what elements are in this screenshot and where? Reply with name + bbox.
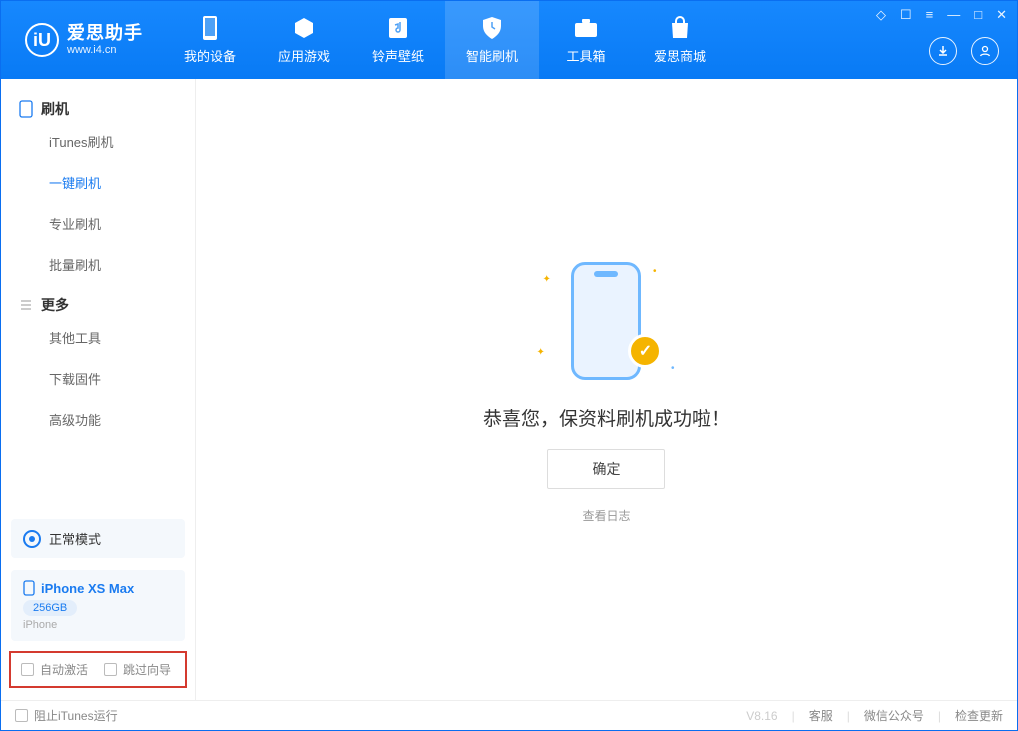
checkbox-icon xyxy=(21,663,34,676)
sidebar-group-title: 更多 xyxy=(41,295,69,315)
separator: | xyxy=(792,709,795,723)
nav-label: 工具箱 xyxy=(566,46,605,65)
support-link[interactable]: 客服 xyxy=(809,707,833,724)
nav-label: 智能刷机 xyxy=(466,46,518,65)
nav-label: 爱思商城 xyxy=(654,46,706,65)
footer: 阻止iTunes运行 V8.16 | 客服 | 微信公众号 | 检查更新 xyxy=(1,700,1017,730)
sparkle-icon: • xyxy=(653,266,657,277)
checkbox-icon xyxy=(104,663,117,676)
user-icon xyxy=(978,44,992,58)
nav-my-device[interactable]: 我的设备 xyxy=(163,1,257,79)
cube-icon xyxy=(291,15,317,41)
nav-ringtones[interactable]: 铃声壁纸 xyxy=(351,1,445,79)
sidebar-item-itunes-flash[interactable]: iTunes刷机 xyxy=(1,121,195,162)
user-button[interactable] xyxy=(971,37,999,65)
nav-store[interactable]: 爱思商城 xyxy=(633,1,727,79)
feedback-icon[interactable]: ☐ xyxy=(900,7,912,23)
check-badge-icon: ✓ xyxy=(628,334,662,368)
nav-label: 应用游戏 xyxy=(278,46,330,65)
main-content: ✦ • ✦ • ✓ 恭喜您，保资料刷机成功啦！ 确定 查看日志 xyxy=(196,79,1017,700)
checkbox-label: 跳过向导 xyxy=(123,661,171,678)
close-button[interactable]: ✕ xyxy=(996,7,1007,23)
nav-label: 铃声壁纸 xyxy=(372,46,424,65)
sidebar-item-advanced[interactable]: 高级功能 xyxy=(1,399,195,440)
device-type: iPhone xyxy=(23,619,173,631)
mode-label: 正常模式 xyxy=(49,529,101,548)
version-label: V8.16 xyxy=(746,709,777,723)
wechat-link[interactable]: 微信公众号 xyxy=(864,707,924,724)
download-icon xyxy=(936,44,950,58)
device-card[interactable]: iPhone XS Max 256GB iPhone xyxy=(11,570,185,641)
sidebar-item-download-fw[interactable]: 下载固件 xyxy=(1,358,195,399)
main-nav: 我的设备 应用游戏 铃声壁纸 智能刷机 工具箱 爱思商城 xyxy=(163,1,727,79)
bag-icon xyxy=(667,15,693,41)
minimize-button[interactable]: — xyxy=(947,7,960,23)
device-storage: 256GB xyxy=(23,600,77,616)
update-link[interactable]: 检查更新 xyxy=(955,707,1003,724)
sidebar-item-batch-flash[interactable]: 批量刷机 xyxy=(1,244,195,285)
app-title: 爱思助手 xyxy=(67,24,143,44)
download-button[interactable] xyxy=(929,37,957,65)
nav-apps[interactable]: 应用游戏 xyxy=(257,1,351,79)
sidebar-group-title: 刷机 xyxy=(41,99,69,119)
window-controls: ◇ ☐ ≡ — □ ✕ xyxy=(876,7,1007,23)
checkbox-auto-activate[interactable]: 自动激活 xyxy=(21,661,88,678)
nav-flash[interactable]: 智能刷机 xyxy=(445,1,539,79)
separator: | xyxy=(938,709,941,723)
device-icon xyxy=(19,100,33,118)
sidebar-item-other-tools[interactable]: 其他工具 xyxy=(1,317,195,358)
checkbox-skip-guide[interactable]: 跳过向导 xyxy=(104,661,171,678)
phone-small-icon xyxy=(23,580,35,596)
shield-icon xyxy=(479,15,505,41)
music-icon xyxy=(385,15,411,41)
menu-icon[interactable]: ≡ xyxy=(926,7,934,23)
mode-icon xyxy=(23,530,41,548)
success-illustration: ✦ • ✦ • ✓ xyxy=(526,256,686,386)
nav-label: 我的设备 xyxy=(184,46,236,65)
maximize-button[interactable]: □ xyxy=(974,7,982,23)
sidebar: 刷机 iTunes刷机 一键刷机 专业刷机 批量刷机 更多 其他工具 下载固件 … xyxy=(1,79,196,700)
checkbox-block-itunes[interactable]: 阻止iTunes运行 xyxy=(15,707,118,724)
phone-icon xyxy=(197,15,223,41)
sidebar-group-flash: 刷机 xyxy=(1,89,195,121)
checkbox-label: 阻止iTunes运行 xyxy=(34,707,118,724)
sidebar-item-oneclick-flash[interactable]: 一键刷机 xyxy=(1,162,195,203)
sidebar-item-pro-flash[interactable]: 专业刷机 xyxy=(1,203,195,244)
toolbox-icon xyxy=(573,15,599,41)
checkbox-icon xyxy=(15,709,28,722)
ok-button[interactable]: 确定 xyxy=(547,449,665,489)
sidebar-group-more: 更多 xyxy=(1,285,195,317)
mode-card[interactable]: 正常模式 xyxy=(11,519,185,558)
app-header: iU 爱思助手 www.i4.cn 我的设备 应用游戏 铃声壁纸 智能刷机 工具… xyxy=(1,1,1017,79)
device-name-label: iPhone XS Max xyxy=(41,581,134,596)
checkbox-label: 自动激活 xyxy=(40,661,88,678)
sparkle-icon: ✦ xyxy=(536,347,544,358)
options-highlight: 自动激活 跳过向导 xyxy=(9,651,187,688)
app-logo: iU 爱思助手 www.i4.cn xyxy=(25,23,143,57)
separator: | xyxy=(847,709,850,723)
list-icon xyxy=(19,298,33,312)
tshirt-icon[interactable]: ◇ xyxy=(876,7,886,23)
success-message: 恭喜您，保资料刷机成功啦！ xyxy=(483,404,730,431)
view-log-link[interactable]: 查看日志 xyxy=(582,507,630,524)
sparkle-icon: ✦ xyxy=(542,274,550,285)
app-site: www.i4.cn xyxy=(67,44,143,56)
logo-icon: iU xyxy=(25,23,59,57)
nav-toolbox[interactable]: 工具箱 xyxy=(539,1,633,79)
sparkle-icon: • xyxy=(671,363,675,374)
